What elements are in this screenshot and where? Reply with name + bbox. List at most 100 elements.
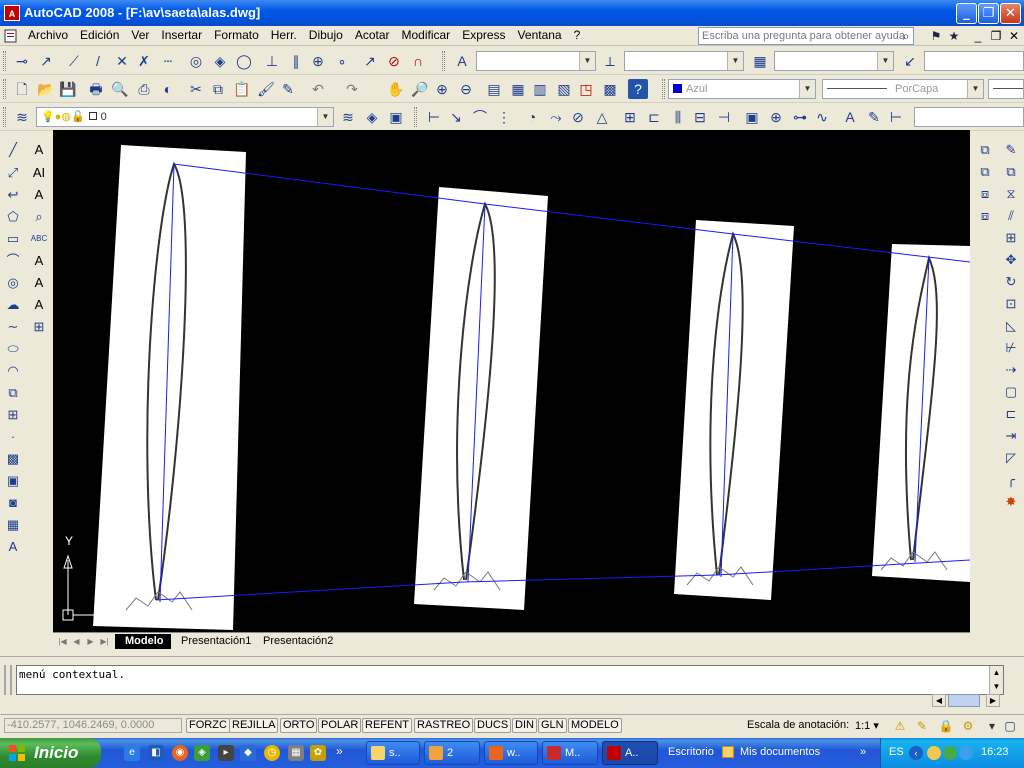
polyline-icon[interactable]: ↩ <box>2 185 24 205</box>
dimedit-icon[interactable]: A <box>840 107 860 127</box>
construction-line-icon[interactable]: ↗ <box>36 51 56 71</box>
markup-icon[interactable]: ◳ <box>576 79 596 99</box>
text-style-icon[interactable]: A <box>452 51 472 71</box>
auto-scale-icon[interactable]: ✎ <box>914 718 930 734</box>
quadrant-snap-icon[interactable]: ◈ <box>210 51 230 71</box>
bring-front-icon[interactable]: ⧉ <box>974 140 996 160</box>
match-properties-icon[interactable]: 🖌 <box>256 79 276 99</box>
mtext-icon[interactable]: A <box>2 537 24 557</box>
tab-presentacion1[interactable]: Presentación1 <box>171 634 263 649</box>
status-toggle[interactable]: RASTREO <box>414 718 474 733</box>
break-at-point-icon[interactable]: ▢ <box>1000 382 1022 402</box>
quicklaunch-more-icon[interactable]: » <box>336 744 343 758</box>
line-icon[interactable]: ⊸ <box>12 51 32 71</box>
status-toggle[interactable]: REFENT <box>362 718 412 733</box>
apparent-intersection-icon[interactable]: ✗ <box>134 51 154 71</box>
player-icon[interactable]: ▸ <box>218 745 234 761</box>
menu-item[interactable]: Ventana <box>512 26 568 46</box>
app-icon-9[interactable]: ✿ <box>310 745 326 761</box>
new-file-icon[interactable]: 🗋 <box>12 79 32 99</box>
help-search-input[interactable]: Escriba una pregunta para obtener ayuda <box>698 27 914 45</box>
status-toggle[interactable]: DIN <box>512 718 537 733</box>
menu-item[interactable]: ? <box>568 26 587 46</box>
toolbar-grip[interactable] <box>3 51 6 71</box>
sheet-set-icon[interactable]: ▧ <box>554 79 574 99</box>
clock[interactable]: 16:23 <box>981 746 1009 758</box>
dim-space-icon[interactable]: ⊟ <box>690 107 710 127</box>
linetype-combo[interactable]: PorCapa ▼ <box>822 79 984 99</box>
extend-icon[interactable]: ⇢ <box>1000 360 1022 380</box>
task-button[interactable]: M.. <box>542 741 598 765</box>
status-tray-settings-icon[interactable]: ⚙ <box>960 718 976 734</box>
table-style-combo[interactable]: ▼ <box>774 51 894 71</box>
undo-icon[interactable]: ↶ <box>308 79 328 99</box>
menu-item[interactable]: Acotar <box>349 26 396 46</box>
center-mark-icon[interactable]: ⊕ <box>766 107 786 127</box>
firefox-icon[interactable]: ◉ <box>172 745 188 761</box>
circle-icon[interactable]: ◎ <box>2 273 24 293</box>
revision-cloud-icon[interactable]: ☁ <box>2 295 24 315</box>
arc-icon[interactable]: ⌒ <box>2 251 24 271</box>
command-vscroll[interactable]: ▲ ▼ <box>989 666 1003 694</box>
toolbar-grip[interactable] <box>662 79 665 99</box>
extension-icon[interactable]: ┄ <box>158 51 178 71</box>
text-style-icon[interactable]: A <box>28 251 50 271</box>
block-editor-icon[interactable]: ✎ <box>278 79 298 99</box>
minimize-button[interactable]: _ <box>956 3 977 24</box>
layer-manager-icon[interactable]: ≋ <box>12 107 32 127</box>
dim-update-icon[interactable]: ⊢ <box>886 107 906 127</box>
menu-item[interactable]: Modificar <box>396 26 457 46</box>
prev-tab-icon[interactable]: ◀ <box>71 635 82 648</box>
send-under-icon[interactable]: ⧈ <box>974 206 996 226</box>
insert-block-icon[interactable]: ⧉ <box>2 383 24 403</box>
toolbar-lock-icon[interactable]: 🔒 <box>938 718 954 734</box>
ellipse-arc-icon[interactable]: ◠ <box>2 361 24 381</box>
trim-icon[interactable]: ⊬ <box>1000 338 1022 358</box>
radius-dim-icon[interactable]: ◔ <box>522 107 542 127</box>
stretch-icon[interactable]: ◺ <box>1000 316 1022 336</box>
layer-states-icon[interactable]: ▣ <box>386 107 406 127</box>
jogged-linear-icon[interactable]: ∿ <box>812 107 832 127</box>
spell-check-icon[interactable]: ABC <box>28 229 50 249</box>
table-icon[interactable]: ▦ <box>2 515 24 535</box>
break-icon[interactable]: ⊏ <box>1000 404 1022 424</box>
status-menu-icon[interactable]: ▾ <box>984 718 1000 734</box>
snap-none-icon[interactable]: ⊘ <box>384 51 404 71</box>
tray-network-icon[interactable] <box>943 746 957 760</box>
rotate-icon[interactable]: ↻ <box>1000 272 1022 292</box>
menu-item[interactable]: Dibujo <box>303 26 349 46</box>
zoom-previous-icon[interactable]: ⊖ <box>456 79 476 99</box>
cut-icon[interactable]: ✂ <box>186 79 206 99</box>
deskband-escritorio[interactable]: Escritorio <box>668 746 714 758</box>
trim-icon[interactable]: / <box>88 51 108 71</box>
status-toggle[interactable]: ORTO <box>280 718 318 733</box>
move-icon[interactable]: ✥ <box>1000 250 1022 270</box>
first-tab-icon[interactable]: |◀ <box>57 635 68 648</box>
menu-item[interactable]: Herr. <box>265 26 303 46</box>
line-icon[interactable]: ╱ <box>2 140 24 160</box>
language-indicator[interactable]: ES <box>889 746 904 758</box>
multileader-style-combo[interactable] <box>924 51 1024 71</box>
menu-item[interactable]: Archivo <box>22 26 74 46</box>
insert-snap-icon[interactable]: ⊕ <box>308 51 328 71</box>
design-center-icon[interactable]: ▦ <box>508 79 528 99</box>
tab-model[interactable]: Modelo <box>115 634 174 649</box>
text-icon[interactable]: A <box>28 140 50 160</box>
dimtedit-icon[interactable]: ✎ <box>864 107 884 127</box>
task-button[interactable]: w.. <box>484 741 538 765</box>
status-toggle[interactable]: GLN <box>538 718 567 733</box>
dim-style-combo[interactable]: ▼ <box>624 51 744 71</box>
hatch-icon[interactable]: ▩ <box>2 449 24 469</box>
toolbar-grip[interactable] <box>3 79 6 99</box>
clock-app-icon[interactable]: ◷ <box>264 745 280 761</box>
osnap-settings-icon[interactable]: ∩ <box>408 51 428 71</box>
status-toggle[interactable]: FORZC <box>186 718 230 733</box>
deskband-mis-documentos[interactable]: Mis documentos <box>740 746 820 758</box>
status-toggle[interactable]: MODELO <box>568 718 622 733</box>
copy-icon[interactable]: ⧉ <box>208 79 228 99</box>
close-button[interactable]: ✕ <box>1000 3 1021 24</box>
save-icon[interactable]: 💾 <box>58 79 78 99</box>
layer-combo[interactable]: 💡●◍🔓 0 ▼ <box>36 107 334 127</box>
spline-icon[interactable]: ∼ <box>2 317 24 337</box>
communication-center-icon[interactable]: ⚑ <box>928 28 944 44</box>
